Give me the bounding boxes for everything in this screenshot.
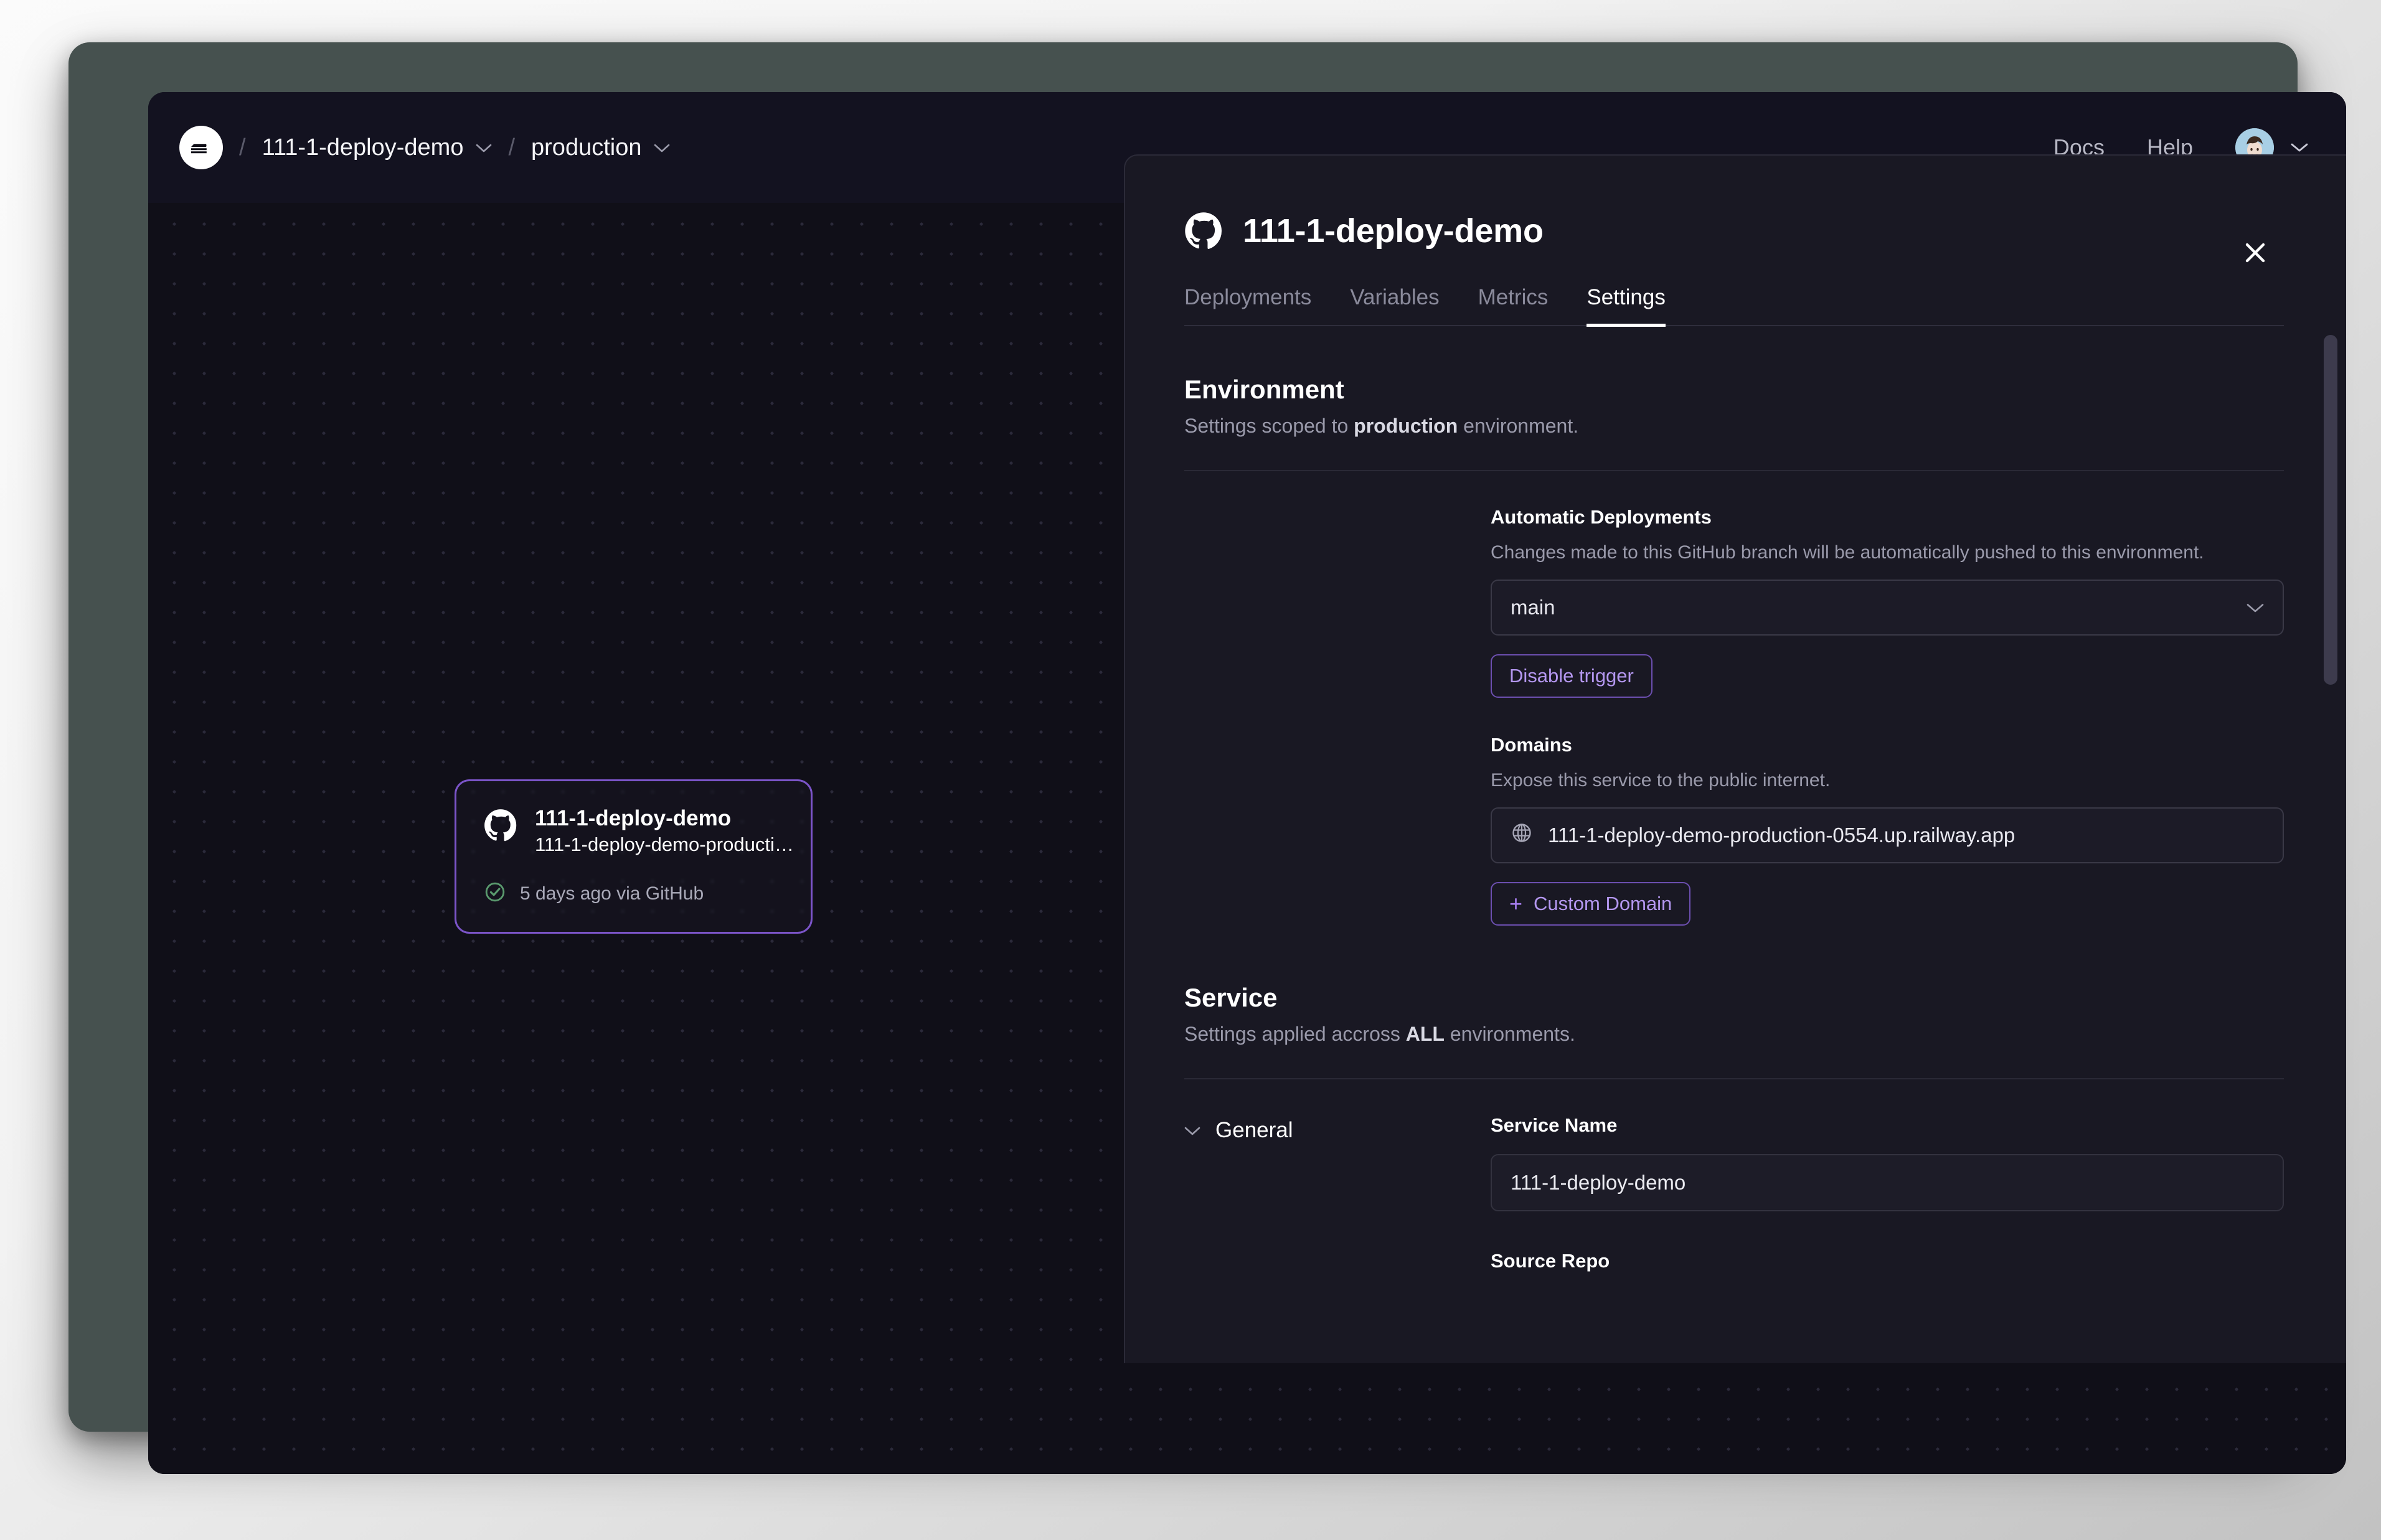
automatic-deployments-help: Changes made to this GitHub branch will … (1491, 542, 2204, 563)
globe-icon (1511, 822, 1533, 849)
service-section-title: Service (1184, 983, 1278, 1012)
app-viewport: / 111-1-deploy-demo / production Docs He… (148, 92, 2346, 1474)
breadcrumb-separator: / (239, 134, 246, 161)
plus-icon: + (1509, 891, 1523, 916)
general-controls: Service Name 111-1-deploy-demo Source Re… (1491, 1114, 2284, 1272)
service-node-subtitle: 111-1-deploy-demo-producti… (535, 833, 794, 856)
breadcrumb-environment[interactable]: production (531, 134, 670, 161)
general-row: General Service Name 111-1-deploy-demo S… (1184, 1114, 2284, 1272)
chevron-down-icon (1184, 1120, 1200, 1140)
general-label: General (1215, 1118, 1293, 1142)
domains-help: Expose this service to the public intern… (1491, 770, 1831, 791)
tab-deployments[interactable]: Deployments (1184, 285, 1311, 327)
svc-desc-suffix: environments. (1444, 1023, 1575, 1045)
service-settings-panel: 111-1-deploy-demo Deployments Variables … (1124, 154, 2346, 1363)
panel-header: 111-1-deploy-demo (1184, 212, 2284, 250)
panel-scroll-content: 111-1-deploy-demo Deployments Variables … (1125, 156, 2346, 1363)
add-custom-domain-button[interactable]: + Custom Domain (1491, 882, 1691, 926)
tab-variables[interactable]: Variables (1350, 285, 1439, 327)
divider (1184, 470, 2284, 471)
panel-scrollbar-thumb[interactable] (2324, 335, 2337, 685)
breadcrumb-environment-label: production (531, 134, 642, 161)
automatic-deployments-row: Automatic Deployments Changes made to th… (1184, 506, 2284, 926)
environment-section-desc: Settings scoped to production environmen… (1184, 415, 2284, 438)
domains-label: Domains (1491, 734, 1572, 756)
automatic-deployments-label: Automatic Deployments (1491, 506, 1712, 528)
service-node-header: 111-1-deploy-demo 111-1-deploy-demo-prod… (484, 806, 794, 856)
domain-value: 111-1-deploy-demo-production-0554.up.rai… (1548, 824, 2016, 847)
svc-desc-strong: ALL (1405, 1023, 1445, 1045)
service-node-text: 111-1-deploy-demo 111-1-deploy-demo-prod… (535, 806, 794, 856)
breadcrumb-project-label: 111-1-deploy-demo (262, 134, 464, 161)
domains-block: Domains Expose this service to the publi… (1491, 734, 2284, 926)
github-icon (1184, 212, 1223, 250)
branch-select-value: main (1511, 596, 1555, 619)
service-name-value: 111-1-deploy-demo (1511, 1171, 1686, 1194)
branch-select[interactable]: main (1491, 580, 2284, 636)
desktop-backdrop: / 111-1-deploy-demo / production Docs He… (0, 0, 2381, 1540)
automatic-deployments-controls: Automatic Deployments Changes made to th… (1491, 506, 2284, 926)
tab-metrics[interactable]: Metrics (1478, 285, 1549, 327)
env-desc-prefix: Settings scoped to (1184, 415, 1354, 437)
service-node-status: 5 days ago via GitHub (484, 881, 783, 906)
service-section-desc: Settings applied accross ALL environment… (1184, 1023, 2284, 1046)
row-left-spacer (1184, 506, 1491, 926)
breadcrumb-separator: / (508, 134, 516, 161)
general-collapse[interactable]: General (1184, 1114, 1491, 1272)
github-icon (484, 809, 517, 842)
environment-section-title: Environment (1184, 375, 1344, 404)
environment-section-header: Environment Settings scoped to productio… (1184, 375, 2284, 438)
chevron-down-icon (476, 139, 492, 156)
panel-tabs: Deployments Variables Metrics Settings (1184, 285, 2284, 327)
browser-window-frame: / 111-1-deploy-demo / production Docs He… (68, 42, 2346, 1474)
env-desc-suffix: environment. (1458, 415, 1579, 437)
svc-desc-prefix: Settings applied accross (1184, 1023, 1406, 1045)
check-circle-icon (484, 881, 506, 906)
service-node-status-text: 5 days ago via GitHub (520, 883, 704, 904)
chevron-down-icon (2247, 598, 2264, 617)
service-node-title: 111-1-deploy-demo (535, 806, 732, 830)
domain-row[interactable]: 111-1-deploy-demo-production-0554.up.rai… (1491, 807, 2284, 863)
divider (1184, 1078, 2284, 1079)
breadcrumb-project[interactable]: 111-1-deploy-demo (262, 134, 493, 161)
service-section-header: Service Settings applied accross ALL env… (1184, 983, 2284, 1046)
env-desc-strong: production (1354, 415, 1458, 437)
service-name-input[interactable]: 111-1-deploy-demo (1491, 1154, 2284, 1211)
tab-settings[interactable]: Settings (1587, 285, 1666, 327)
general-collapse-header[interactable]: General (1184, 1118, 1491, 1143)
source-repo-label: Source Repo (1491, 1250, 1610, 1272)
panel-scrollbar-track[interactable] (2324, 335, 2337, 1343)
disable-trigger-button[interactable]: Disable trigger (1491, 654, 1653, 698)
chevron-down-icon (654, 139, 670, 156)
service-node-card[interactable]: 111-1-deploy-demo 111-1-deploy-demo-prod… (455, 779, 813, 934)
railway-logo-icon[interactable] (179, 126, 223, 169)
page-title: 111-1-deploy-demo (1243, 212, 1544, 250)
service-name-label: Service Name (1491, 1114, 1618, 1136)
add-custom-domain-label: Custom Domain (1534, 893, 1672, 914)
